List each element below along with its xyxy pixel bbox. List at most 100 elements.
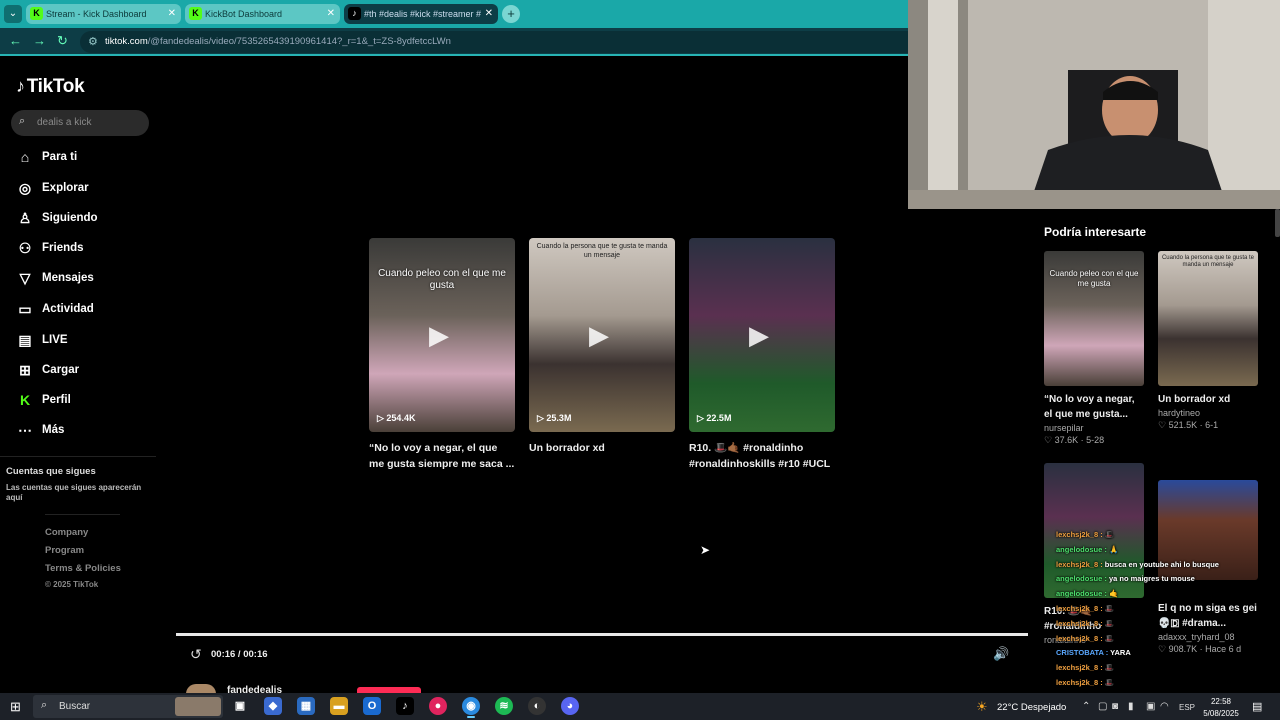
replay-icon[interactable]: ↺	[190, 646, 202, 663]
chat-message: angelodosue : 🤙	[1056, 589, 1118, 598]
windows-start-icon[interactable]: ⊞	[10, 699, 21, 715]
close-icon[interactable]: ✕	[168, 4, 176, 24]
video-title[interactable]: “No lo voy a negar, el que me gusta siem…	[369, 440, 515, 472]
new-tab-button[interactable]: +	[502, 5, 520, 23]
upload-icon: ⊞	[19, 362, 31, 378]
recommended-thumbnail[interactable]: Cuando la persona que te gusta te manda …	[1158, 251, 1258, 386]
tab-kickbot-dashboard[interactable]: K KickBot Dashboard ✕	[185, 4, 340, 24]
mouse-cursor-icon: ➤	[700, 543, 711, 557]
kick-icon: K	[30, 7, 43, 20]
chrome-icon[interactable]: ◉	[462, 697, 480, 718]
sidebar-item-actividad[interactable]: ▭ Actividad	[16, 299, 156, 321]
tray-app2-icon[interactable]: ▣	[1146, 701, 1155, 712]
forward-icon[interactable]: →	[33, 33, 46, 48]
chat-username: lexchsj2k_8 :	[1056, 560, 1103, 569]
video-card[interactable]: Cuando la persona que te gusta te manda …	[529, 238, 675, 456]
sidebar-item-explorar[interactable]: ◎ Explorar	[16, 178, 156, 200]
webcam-overlay	[908, 0, 1280, 209]
sidebar-item-label: Friends	[42, 242, 84, 254]
sidebar-item-para-ti[interactable]: ⌂ Para ti	[16, 147, 156, 169]
recommended-card[interactable]: R10. 🎩🤙🏾 #ronaldinho ronaldinho	[1044, 463, 1144, 645]
video-thumbnail[interactable]: Cuando la persona que te gusta te manda …	[529, 238, 675, 432]
chat-message: lexchsj2k_8 : 🎩	[1056, 663, 1114, 672]
sidebar-divider	[0, 456, 156, 457]
close-icon[interactable]: ✕	[327, 4, 335, 24]
sidebar-item-friends[interactable]: ⚇ Friends	[16, 238, 156, 260]
tray-chevron-icon[interactable]: ⌃	[1082, 701, 1090, 712]
recommended-thumbnail[interactable]: Cuando peleo con el que me gusta	[1044, 251, 1144, 386]
store-icon[interactable]: ▦	[297, 697, 315, 715]
tab-kick-dashboard[interactable]: K Stream - Kick Dashboard ✕	[26, 4, 181, 24]
footer-link-company[interactable]: Company	[45, 527, 88, 538]
video-thumbnail[interactable]: ▶ ▷ 22.5M	[689, 238, 835, 432]
live-icon: ▤	[18, 332, 32, 348]
recommended-card[interactable]: Cuando la persona que te gusta te manda …	[1158, 251, 1258, 431]
home-icon: ⌂	[20, 149, 30, 165]
discord-icon[interactable]: ◕	[561, 697, 579, 715]
video-title[interactable]: R10. 🎩🤙🏾 #ronaldinho #ronaldinhoskills #…	[689, 440, 835, 472]
view-count-value: 254.4K	[386, 413, 416, 423]
recommended-author[interactable]: adaxxx_tryhard_08	[1158, 632, 1258, 642]
sidebar-item-live[interactable]: ▤ LIVE	[16, 330, 156, 352]
tab-label: Stream - Kick Dashboard	[46, 9, 147, 19]
weather-icon[interactable]: ☀	[976, 699, 988, 715]
reload-icon[interactable]: ↻	[57, 33, 68, 49]
sidebar-item-siguiendo[interactable]: ♙ Siguiendo	[16, 208, 156, 230]
chat-text: YARA	[1110, 648, 1131, 657]
url-host: tiktok.com	[105, 36, 148, 47]
url-path: /@fandedealis/video/7535265439190961414?…	[147, 36, 451, 47]
taskbar-clock[interactable]: 22:58 5/08/2025	[1200, 696, 1242, 720]
recommended-author[interactable]: hardytineo	[1158, 408, 1258, 418]
view-count: ▷ 25.3M	[537, 413, 572, 423]
video-card[interactable]: Cuando peleo con el que me gusta ▶ ▷ 254…	[369, 238, 515, 472]
chat-text: 🎩	[1104, 530, 1115, 539]
recommended-card[interactable]: Cuando peleo con el que me gusta “No lo …	[1044, 251, 1144, 446]
tab-list-menu-icon[interactable]: ⌄	[4, 5, 22, 23]
task-view-icon[interactable]: ▣	[231, 697, 249, 715]
weather-text[interactable]: 22°C Despejado	[997, 702, 1066, 713]
like-count: 37.6K	[1054, 435, 1079, 445]
spotify-icon[interactable]: ≋	[495, 697, 513, 715]
user-following-icon: ♙	[18, 210, 32, 226]
tiktok-logo[interactable]: ♪ TikTok	[16, 76, 85, 98]
search-input[interactable]: ⌕ dealis a kick	[11, 110, 149, 136]
video-progress-bar[interactable]	[176, 633, 1028, 636]
tray-mic-icon[interactable]: ▮	[1128, 701, 1134, 712]
tab-tiktok-video[interactable]: ♪ #th #dealis #kick #streamer # ✕	[344, 4, 498, 24]
video-title[interactable]: Un borrador xd	[529, 440, 675, 456]
obs-icon[interactable]: ◐	[528, 697, 546, 715]
file-explorer-icon[interactable]: ▬	[330, 697, 348, 715]
outlook-icon[interactable]: O	[363, 697, 381, 715]
recommended-author[interactable]: nursepilar	[1044, 423, 1144, 433]
input-language[interactable]: ESP	[1179, 703, 1195, 712]
sidebar-item-perfil[interactable]: K Perfil	[16, 390, 156, 412]
copilot-icon[interactable]: ◆	[264, 697, 282, 715]
view-count-value: 22.5M	[706, 413, 732, 423]
taskbar-search-input[interactable]: ⌕ Buscar	[33, 695, 223, 718]
volume-icon[interactable]: 🔊	[993, 646, 1009, 662]
footer-link-terms[interactable]: Terms & Policies	[45, 563, 121, 574]
notifications-icon[interactable]: ▤	[1252, 700, 1262, 713]
close-icon[interactable]: ✕	[485, 4, 493, 24]
wifi-icon[interactable]: ◠	[1160, 701, 1169, 712]
sidebar-item-mensajes[interactable]: ▽ Mensajes	[16, 268, 156, 290]
chat-message: angelodosue : ya no maigres tu mouse	[1056, 574, 1195, 583]
footer-link-program[interactable]: Program	[45, 545, 84, 556]
back-icon[interactable]: ←	[9, 33, 22, 48]
url-field[interactable]: ⚙ tiktok.com/@fandedealis/video/75352654…	[80, 31, 908, 53]
sidebar-item-mas[interactable]: ⋯ Más	[16, 420, 156, 442]
video-card[interactable]: ▶ ▷ 22.5M R10. 🎩🤙🏾 #ronaldinho #ronaldin…	[689, 238, 835, 472]
media-app-icon[interactable]: ●	[429, 697, 447, 715]
sidebar-item-label: Cargar	[42, 364, 80, 376]
tiktok-app-icon[interactable]: ♪	[396, 697, 414, 715]
tray-camera-icon[interactable]: ◙	[1112, 701, 1118, 712]
recommended-video-title[interactable]: Un borrador xd	[1158, 392, 1258, 407]
recommended-video-title[interactable]: “No lo voy a negar, el que me gusta...	[1044, 392, 1144, 422]
video-thumbnail[interactable]: Cuando peleo con el que me gusta ▶ ▷ 254…	[369, 238, 515, 432]
recommended-video-title[interactable]: El q no m siga es gei 💀🇩 #drama...	[1158, 601, 1258, 631]
chat-text: ya no maigres tu mouse	[1108, 574, 1195, 583]
page-scrollbar[interactable]	[1275, 209, 1280, 237]
tray-app-icon[interactable]: ▢	[1098, 701, 1107, 712]
sidebar-item-cargar[interactable]: ⊞ Cargar	[16, 360, 156, 382]
site-settings-icon[interactable]: ⚙	[88, 35, 98, 48]
